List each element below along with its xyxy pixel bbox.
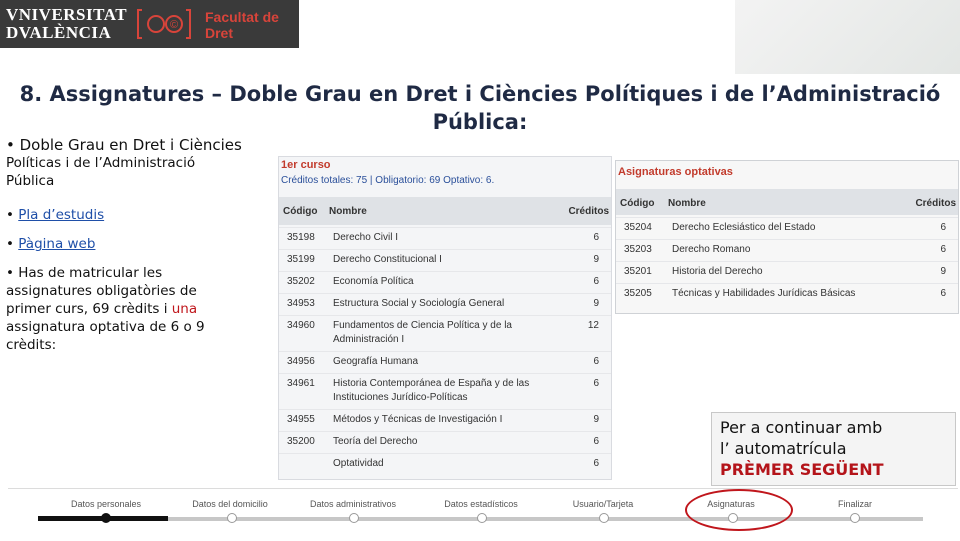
table-row: 35198 Derecho Civil I6	[279, 227, 611, 250]
table-row: 35200 Teoría del Derecho 6	[279, 431, 611, 454]
step-dot-finish[interactable]	[850, 513, 860, 523]
university-name: VNIVERSITAT DVALÈNCIA	[6, 5, 128, 42]
step-label-user-card[interactable]: Usuario/Tarjeta	[548, 499, 658, 509]
table-row: 34961 Historia Contemporánea de España y …	[279, 373, 611, 410]
step-label-address[interactable]: Datos del domicilio	[175, 499, 285, 509]
enrolment-progress-stepper: Datos personales Datos del domicilio Dat…	[8, 488, 958, 541]
course-heading: 1er curso	[281, 159, 331, 171]
credits-summary: Créditos totales: 75 | Obligatorio: 69 O…	[281, 175, 495, 186]
enrolment-instructions: • Has de matricular les assignatures obl…	[6, 265, 205, 353]
step-label-personal[interactable]: Datos personales	[51, 499, 161, 509]
table-row: 35202 Economía Política 6	[279, 271, 611, 294]
table-row: 35204 Derecho Eclesiástico del Estado 6	[616, 217, 958, 240]
table-row: 34953 Estructura Social y Sociología Gene…	[279, 293, 611, 316]
continue-instruction-callout: Per a continuar amb l’ automatrícula PRÈ…	[711, 412, 956, 486]
decorative-corner	[735, 0, 960, 74]
step-dot-personal[interactable]	[101, 513, 111, 523]
svg-text:©: ©	[170, 19, 178, 31]
step-dot-address[interactable]	[227, 513, 237, 523]
table-header: Código Nombre Créditos	[279, 197, 611, 225]
study-plan-link[interactable]: Pla d’estudis	[18, 207, 104, 223]
step-dot-user-card[interactable]	[599, 513, 609, 523]
page-title: 8. Assignatures – Doble Grau en Dret i C…	[19, 82, 941, 134]
table-header: Código Nombre Créditos	[616, 189, 958, 215]
table-row: 35203 Derecho Romano 6	[616, 239, 958, 262]
web-page-link[interactable]: Pàgina web	[18, 236, 95, 252]
table-row: 34955 Métodos y Técnicas de Investigación…	[279, 409, 611, 432]
step-dot-administrative[interactable]	[349, 513, 359, 523]
faculty-name: Facultat de Dret	[205, 9, 279, 41]
first-year-subjects-table: 1er curso Créditos totales: 75 | Obligat…	[278, 156, 612, 480]
table-row: 35205 Técnicas y Habilidades Jurídicas Bá…	[616, 283, 958, 306]
step-label-finish[interactable]: Finalizar	[800, 499, 910, 509]
optional-heading: Asignaturas optativas	[618, 166, 733, 178]
table-row: 35199 Derecho Constitucional I9	[279, 249, 611, 272]
web-page-item: • Pàgina web	[6, 236, 96, 252]
optional-subjects-table: Asignaturas optativas Código Nombre Créd…	[615, 160, 959, 314]
subjects-step-highlight	[685, 489, 793, 531]
step-label-statistics[interactable]: Datos estadísticos	[426, 499, 536, 509]
study-plan-item: • Pla d’estudis	[6, 207, 105, 223]
step-dot-statistics[interactable]	[477, 513, 487, 523]
table-row: Optatividad 6	[279, 453, 611, 476]
degree-description: • Doble Grau en Dret i Ciències Política…	[6, 136, 242, 189]
table-row: 34960 Fundamentos de Ciencia Política y d…	[279, 315, 611, 352]
table-row: 35201 Historia del Derecho 9	[616, 261, 958, 284]
university-logo: VNIVERSITAT DVALÈNCIA © Facultat de Dret	[0, 0, 299, 48]
step-label-administrative[interactable]: Datos administrativos	[298, 499, 408, 509]
table-row: 34956 Geografía Humana 6	[279, 351, 611, 374]
faculty-seal-icon: ©	[137, 9, 191, 39]
